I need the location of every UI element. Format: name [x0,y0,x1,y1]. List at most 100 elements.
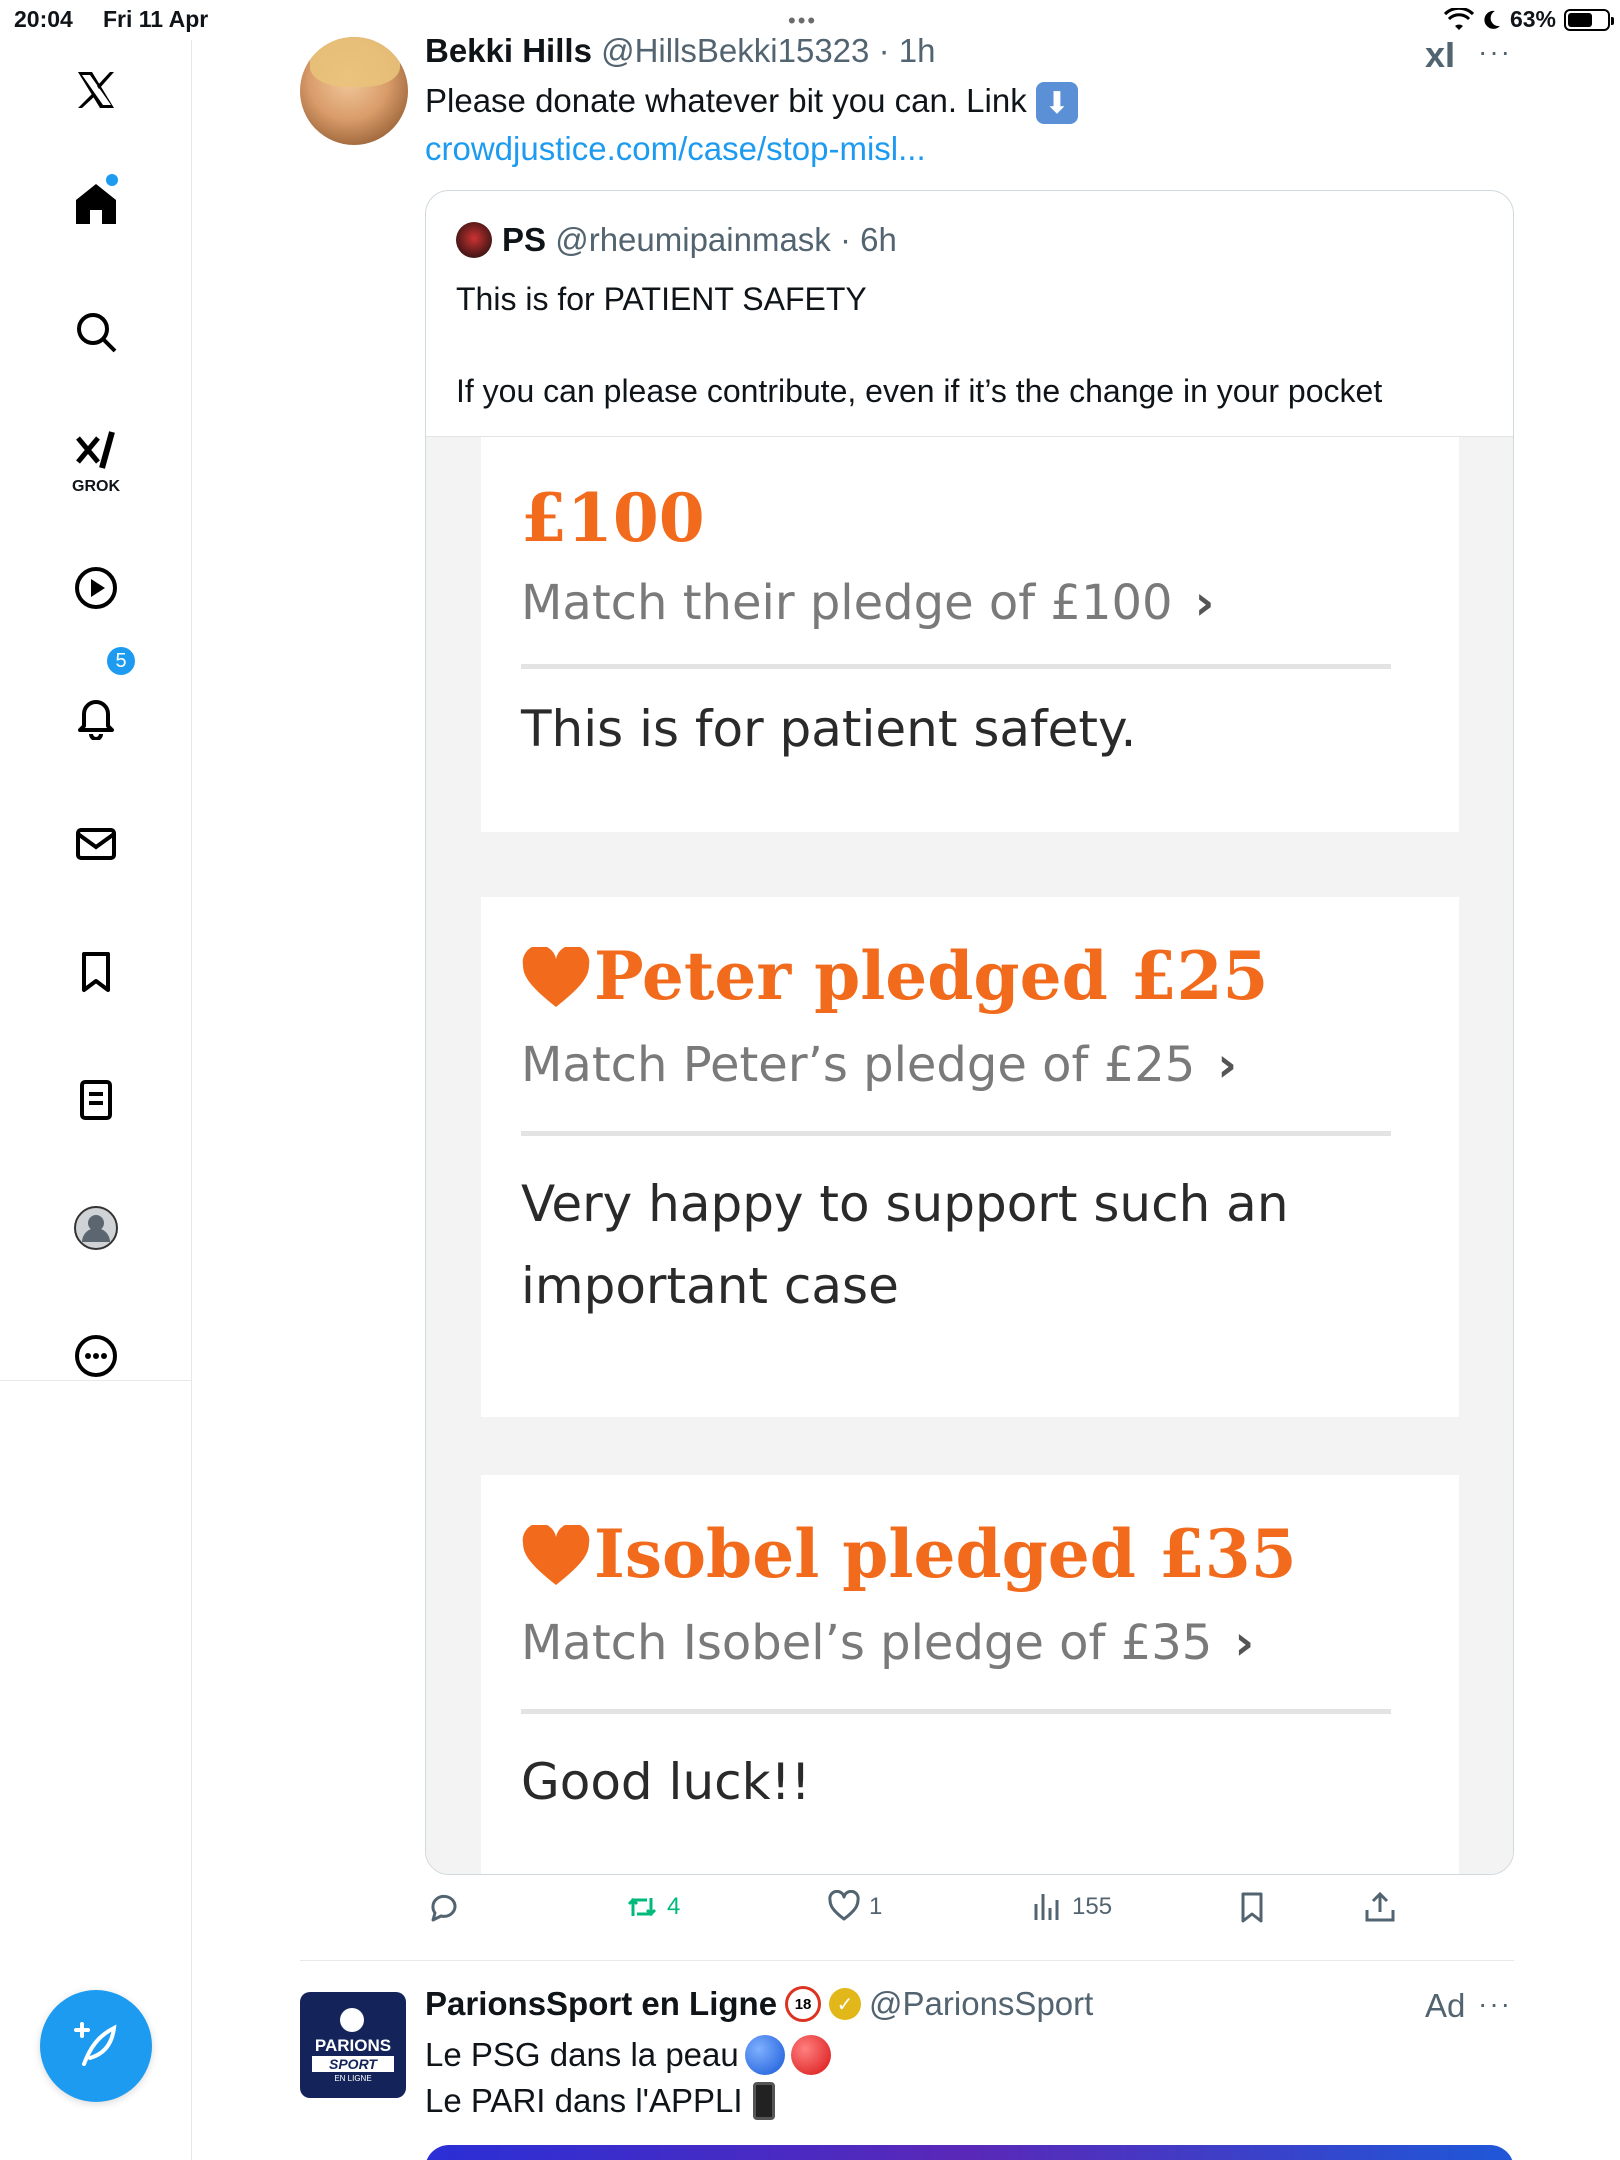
pledge-message: This is for patient safety. [521,688,1136,770]
ad-text-line2-body: Le PARI dans l'APPLI [425,2082,743,2119]
status-right: 63% [1443,6,1614,33]
battery-fill [1568,12,1592,27]
wifi-icon [1443,7,1474,30]
compose-icon [74,2022,117,2066]
video-icon[interactable] [64,556,128,620]
heart-icon [522,947,590,1007]
red-circle-icon [790,2035,831,2075]
quoted-author-name: PS [502,221,547,258]
ad-header: ParionsSport en Ligne 18 ✓ @ParionsSport [425,1985,1093,2023]
soccer-ball-icon [340,2008,364,2032]
bookmark-icon[interactable] [64,940,128,1004]
pledge-card: Peter pledged £25 Match Peter’s pledge o… [481,897,1459,1417]
ad-text-line1: Le PSG dans la peau [425,2035,831,2075]
grok-label: GROK [72,478,120,495]
tweet-author-handle[interactable]: @HillsBekki15323 [601,32,869,69]
quoted-text-line2: If you can please contribute, even if it… [456,373,1383,409]
quoted-tweet[interactable]: PS @rheumipainmask · 6h This is for PATI… [425,190,1514,1875]
retweet-count: 4 [667,1893,681,1920]
pledge-match-link: Match their pledge of £100 › [521,575,1214,631]
heart-outline-icon [828,1890,860,1921]
ad-avatar[interactable]: PARIONS SPORT EN LIGNE [300,1992,406,2098]
quoted-header: PS @rheumipainmask · 6h [502,221,897,259]
ad-logo-line3: EN LIGNE [334,2074,372,2083]
reply-icon [431,1894,457,1922]
retweet-button[interactable]: 4 [625,1890,680,1924]
ad-more-button[interactable]: ··· [1478,1988,1512,2020]
x-logo-icon[interactable] [64,58,128,122]
ad-text-line1-body: Le PSG dans la peau [425,2036,739,2073]
more-circle-icon[interactable] [64,1324,128,1388]
tweet-divider [300,1960,1514,1961]
battery-percent: 63% [1509,6,1556,32]
profile-icon[interactable] [64,1196,128,1260]
phone-icon [752,2082,775,2120]
views-count: 155 [1072,1893,1113,1920]
blue-circle-icon [744,2035,785,2075]
tweet-author-avatar[interactable] [300,37,408,145]
tweet-author-name[interactable]: Bekki Hills [425,32,592,69]
status-date: Fri 11 Apr [103,6,209,32]
ad-label: Ad [1425,1987,1466,2024]
grok-explain-icon[interactable]: xI [1425,34,1455,76]
retweet-icon [627,1897,657,1917]
pledge-message-line: Good luck!! [521,1753,811,1811]
views-icon [1034,1894,1059,1920]
ad-media[interactable] [425,2145,1514,2160]
pledge-match-link: Match Isobel’s pledge of £35 › [521,1615,1254,1671]
multitask-dots[interactable]: ••• [788,8,817,34]
pledge-match-text: Match their pledge of £100 [521,575,1173,631]
ad-logo-line1: PARIONS [314,2036,392,2055]
ad-author-handle[interactable]: @ParionsSport [869,1985,1093,2023]
home-icon[interactable] [64,172,128,236]
bookmark-outline-icon [1241,1892,1263,1923]
pledge-message-line: This is for patient safety. [521,700,1137,758]
reply-button[interactable] [427,1890,469,1924]
quoted-image[interactable]: £100 Match their pledge of £100 › This is… [426,436,1513,1874]
bookmark-tweet-button[interactable] [1235,1890,1269,1924]
tweet-text: Please donate whatever bit you can. Link… [425,82,1078,125]
list-icon[interactable] [64,1068,128,1132]
pledge-divider [521,1131,1391,1136]
chevron-right-icon: › [1194,575,1215,631]
tweet-more-button[interactable]: ··· [1478,36,1512,68]
share-button[interactable] [1363,1890,1397,1924]
chevron-right-icon: › [1234,1615,1255,1671]
views-button[interactable]: 155 [1030,1890,1112,1924]
tweet-actions: 4 1 155 [425,1890,1525,1940]
pledge-amount: Isobel pledged £35 [594,1515,1297,1593]
pledge-match-text: Match Peter’s pledge of £25 [521,1037,1196,1093]
quoted-time: · 6h [839,221,897,258]
tweet-time[interactable]: · 1h [879,32,936,69]
mail-icon[interactable] [64,812,128,876]
bell-icon[interactable] [64,684,128,748]
pledge-card: £100 Match their pledge of £100 › This is… [481,437,1459,832]
moon-icon [1484,10,1500,29]
status-time: 20:04 [14,6,73,32]
ad-author-name[interactable]: ParionsSport en Ligne [425,1985,777,2023]
quoted-text-line1: This is for PATIENT SAFETY [456,281,867,317]
pledge-message-line: important case [521,1257,899,1315]
pledge-amount: £100 [521,479,705,557]
pledge-message: Very happy to support such an important … [521,1163,1289,1327]
ad-logo-line2: SPORT [312,2056,394,2072]
pledge-match-text: Match Isobel’s pledge of £35 [521,1615,1213,1671]
like-count: 1 [869,1893,883,1920]
search-icon[interactable] [64,300,128,364]
like-button[interactable]: 1 [827,1890,882,1924]
pledge-message-line: Very happy to support such an [521,1175,1289,1233]
pledge-amount: Peter pledged £25 [594,937,1269,1015]
quoted-author-avatar [456,222,492,258]
compose-button[interactable] [40,1990,152,2102]
tweet-link[interactable]: crowdjustice.com/case/stop-misl... [425,130,926,168]
pledge-message: Good luck!! [521,1741,811,1823]
tweet-header: Bekki Hills @HillsBekki15323 · 1h [425,32,935,70]
ad-text-line2: Le PARI dans l'APPLI [425,2082,775,2120]
share-icon [1365,1891,1395,1922]
grok-icon[interactable] [64,420,128,484]
sidebar-divider [0,1380,192,1381]
notification-badge: 5 [105,645,137,677]
age-restriction-icon: 18 [785,1986,822,2022]
pledge-divider [521,1709,1391,1714]
pledge-card: Isobel pledged £35 Match Isobel’s pledge… [481,1475,1459,1874]
